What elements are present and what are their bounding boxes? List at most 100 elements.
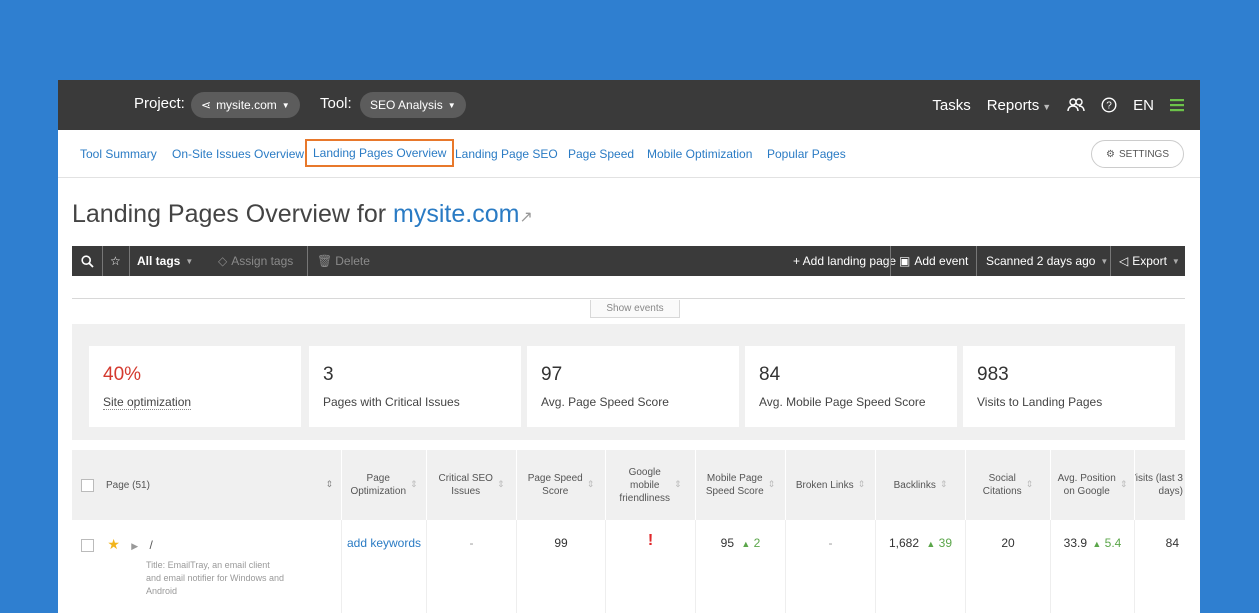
tool-label: Tool:: [320, 95, 352, 112]
toolbar: ☆ All tags ▼ ◇ Assign tags 🗑 Delete + Add l…: [72, 246, 1185, 276]
tasks-link[interactable]: Tasks: [932, 97, 970, 114]
project-selector[interactable]: ⋖ mysite.com ▼: [191, 92, 300, 118]
select-all-checkbox[interactable]: [81, 478, 94, 492]
project-label: Project:: [134, 95, 185, 112]
tool-selector[interactable]: SEO Analysis ▼: [360, 92, 466, 118]
row-checkbox[interactable]: [81, 539, 94, 553]
project-value: mysite.com: [216, 98, 277, 112]
cell-page-optimization: add keywords: [342, 520, 427, 613]
stat-value: 3: [323, 364, 334, 385]
tab-landing-page-seo[interactable]: Landing Page SEO: [455, 147, 558, 161]
stat-card-page-speed: 97 Avg. Page Speed Score: [527, 346, 739, 427]
up-arrow-icon: ▲: [741, 539, 751, 549]
stat-label[interactable]: Site optimization: [103, 395, 192, 410]
all-tags-dropdown[interactable]: All tags ▼: [137, 246, 193, 276]
scanned-label: Scanned 2 days ago: [986, 254, 1096, 268]
trash-icon: 🗑: [317, 254, 333, 268]
column-header-page-speed[interactable]: Page Speed Score ⇕: [517, 450, 606, 520]
delete-label: Delete: [335, 254, 370, 268]
stat-value: 84: [759, 364, 781, 385]
app-window: Project: ⋖ mysite.com ▼ Tool: SEO Analys…: [58, 80, 1200, 613]
table-row[interactable]: ★ ▶ / Title: EmailTray, an email client …: [72, 520, 1185, 613]
sort-icon: ⇕: [1119, 479, 1128, 490]
stat-label: Pages with Critical Issues: [323, 395, 460, 409]
stat-label: Avg. Mobile Page Speed Score: [759, 395, 926, 409]
tab-tool-summary[interactable]: Tool Summary: [80, 147, 157, 161]
column-header-mobile-friendliness[interactable]: Google mobile friendliness ⇕: [606, 450, 696, 520]
column-header-broken-links[interactable]: Broken Links ⇕: [786, 450, 876, 520]
tab-on-site-issues[interactable]: On-Site Issues Overview: [172, 147, 304, 161]
cell-mobile-friendly: !: [606, 520, 696, 613]
title-prefix: Landing Pages Overview for: [72, 200, 387, 228]
top-bar: Project: ⋖ mysite.com ▼ Tool: SEO Analys…: [58, 80, 1200, 130]
cell-avg-position: 33.9 ▲ 5.4: [1051, 520, 1135, 613]
add-landing-page-label: + Add landing page: [793, 254, 897, 268]
tab-page-speed[interactable]: Page Speed: [568, 147, 634, 161]
sort-icon: ⇕: [1025, 479, 1034, 490]
sort-icon: ⇕: [674, 479, 682, 490]
favorite-button[interactable]: ☆: [110, 246, 121, 276]
up-arrow-icon: ▲: [1092, 539, 1102, 549]
up-arrow-icon: ▲: [926, 539, 936, 549]
cell-critical: -: [427, 520, 517, 613]
calendar-icon: ▣: [899, 254, 911, 268]
site-link[interactable]: mysite.com: [393, 200, 519, 228]
sort-icon: ⇕: [410, 479, 418, 490]
expand-icon[interactable]: ▶: [131, 541, 138, 551]
column-header-avg-position[interactable]: Avg. Position on Google ⇕: [1051, 450, 1135, 520]
svg-text:?: ?: [1106, 101, 1112, 112]
help-icon[interactable]: ?: [1101, 97, 1117, 113]
gear-icon: ⚙: [1106, 148, 1115, 160]
export-icon: ◁: [1119, 254, 1129, 268]
cell-page: ★ ▶ / Title: EmailTray, an email client …: [72, 520, 342, 613]
column-header-visits[interactable]: Visits (last 3 days): [1135, 450, 1185, 520]
sort-icon: ⇕: [496, 479, 505, 490]
star-icon[interactable]: ★: [107, 536, 120, 552]
page-title-desc: Title: EmailTray, an email client and em…: [146, 560, 285, 597]
tag-icon: ◇: [218, 254, 228, 268]
settings-button[interactable]: ⚙ SETTINGS: [1091, 140, 1184, 168]
column-header-backlinks[interactable]: Backlinks ⇕: [876, 450, 966, 520]
page-path[interactable]: /: [150, 538, 153, 552]
add-landing-page-button[interactable]: + Add landing page ▼: [793, 246, 909, 276]
tab-popular-pages[interactable]: Popular Pages: [767, 147, 846, 161]
sort-icon: ⇕: [586, 479, 595, 490]
all-tags-label: All tags: [137, 254, 181, 268]
tab-landing-pages-overview[interactable]: Landing Pages Overview: [305, 139, 455, 167]
column-header-social-citations[interactable]: Social Citations ⇕: [966, 450, 1051, 520]
stat-card-visits: 983 Visits to Landing Pages: [963, 346, 1175, 427]
reports-menu[interactable]: Reports ▼: [987, 97, 1051, 114]
star-icon: ☆: [110, 254, 121, 268]
show-events-button[interactable]: Show events: [590, 300, 680, 318]
tab-mobile-optimization[interactable]: Mobile Optimization: [647, 147, 752, 161]
events-divider: [72, 298, 1185, 299]
column-header-page[interactable]: Page (51) ⇕: [72, 450, 342, 520]
table-header: Page (51) ⇕ Page Optimization ⇕ Critical …: [72, 450, 1185, 520]
delete-button[interactable]: 🗑 Delete: [317, 246, 370, 276]
stats-panel: 40% Site optimization 3 Pages with Criti…: [72, 324, 1185, 440]
add-event-label: Add event: [914, 254, 969, 268]
chevron-down-icon: ▼: [447, 100, 456, 110]
search-button[interactable]: [81, 246, 94, 276]
stat-value: 97: [541, 364, 563, 385]
scanned-dropdown[interactable]: Scanned 2 days ago ▼: [986, 246, 1108, 276]
export-dropdown[interactable]: ◁ Export ▼: [1119, 246, 1180, 276]
assign-tags-label: Assign tags: [231, 254, 294, 268]
menu-icon[interactable]: [1170, 98, 1184, 112]
users-icon[interactable]: [1067, 98, 1085, 112]
language-selector[interactable]: EN: [1133, 97, 1154, 114]
column-header-mobile-speed[interactable]: Mobile Page Speed Score ⇕: [696, 450, 786, 520]
settings-label: SETTINGS: [1118, 148, 1169, 160]
assign-tags-button[interactable]: ◇ Assign tags: [218, 246, 293, 276]
external-link-icon[interactable]: ↗: [519, 209, 532, 226]
stat-card-critical-issues: 3 Pages with Critical Issues: [309, 346, 521, 427]
chevron-down-icon: ▼: [1171, 256, 1180, 266]
chevron-down-icon: ▼: [185, 256, 194, 266]
column-header-critical-issues[interactable]: Critical SEO Issues ⇕: [427, 450, 517, 520]
add-keywords-link[interactable]: add keywords: [347, 536, 421, 550]
add-event-button[interactable]: ▣ Add event: [899, 246, 968, 276]
column-header-page-optimization[interactable]: Page Optimization ⇕: [342, 450, 427, 520]
export-label: Export: [1132, 254, 1167, 268]
sort-icon: ⇕: [767, 479, 776, 490]
cell-mobile-speed: 95 ▲ 2: [696, 520, 786, 613]
